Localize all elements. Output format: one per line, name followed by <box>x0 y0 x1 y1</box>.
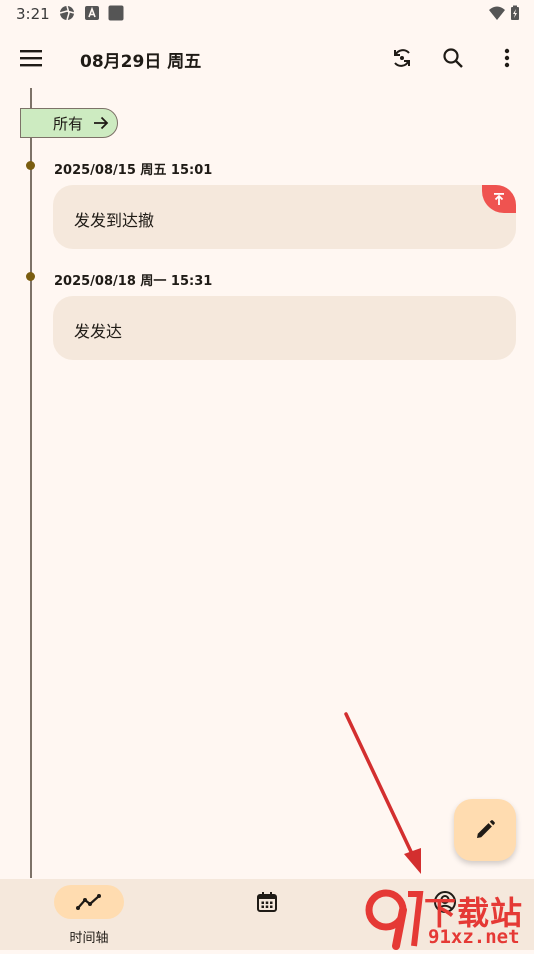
menu-button[interactable] <box>11 38 51 78</box>
nav-label: 时间轴 <box>69 931 109 946</box>
timeline-icon <box>76 894 101 910</box>
app-a-icon <box>85 6 99 20</box>
timeline-dot <box>26 272 35 281</box>
annotation-arrow <box>344 712 421 874</box>
search-icon <box>443 48 463 68</box>
watermark-url: 91xz.net <box>428 926 520 948</box>
pin-top-icon <box>494 193 504 205</box>
entry-card[interactable]: 发发到达撤 <box>53 185 516 249</box>
sync-button[interactable] <box>382 38 422 78</box>
search-button[interactable] <box>433 38 473 78</box>
entry-date: 2025/08/15 周五 15:01 <box>54 163 213 178</box>
nav-calendar[interactable] <box>207 885 327 945</box>
page-title: 08月29日 周五 <box>80 52 202 72</box>
battery-icon <box>511 5 519 20</box>
nav-timeline[interactable]: 时间轴 <box>29 885 149 946</box>
pinned-badge <box>482 185 516 213</box>
status-bar: 3:21 <box>0 0 534 28</box>
sync-icon <box>394 49 410 67</box>
entry-text: 发发到达撤 <box>74 211 155 230</box>
nav-pill <box>232 885 302 919</box>
more-button[interactable] <box>487 38 527 78</box>
watermark: 下载站 91xz.net <box>362 884 534 950</box>
status-time: 3:21 <box>16 5 50 23</box>
status-right <box>488 5 520 21</box>
aperture-icon <box>59 5 75 21</box>
timeline-dot <box>26 161 35 170</box>
arrow-right-icon <box>93 116 109 130</box>
app-bar: 08月29日 周五 <box>0 34 534 82</box>
entry-text: 发发达 <box>74 322 123 341</box>
edit-pencil-icon <box>477 820 495 838</box>
new-entry-button[interactable] <box>454 799 516 861</box>
filter-label: 所有 <box>53 114 84 133</box>
more-vert-icon <box>504 48 510 68</box>
calendar-icon <box>257 892 277 912</box>
timeline-line <box>30 88 32 878</box>
filter-tag[interactable]: 所有 <box>20 108 118 138</box>
menu-icon <box>20 50 42 67</box>
entry-card[interactable]: 发发达 <box>53 296 516 360</box>
app-square-icon <box>108 5 124 21</box>
wifi-icon <box>489 6 505 20</box>
nav-pill-active <box>54 885 124 919</box>
entry-date: 2025/08/18 周一 15:31 <box>54 274 213 289</box>
watermark-logo-icon <box>365 889 424 950</box>
